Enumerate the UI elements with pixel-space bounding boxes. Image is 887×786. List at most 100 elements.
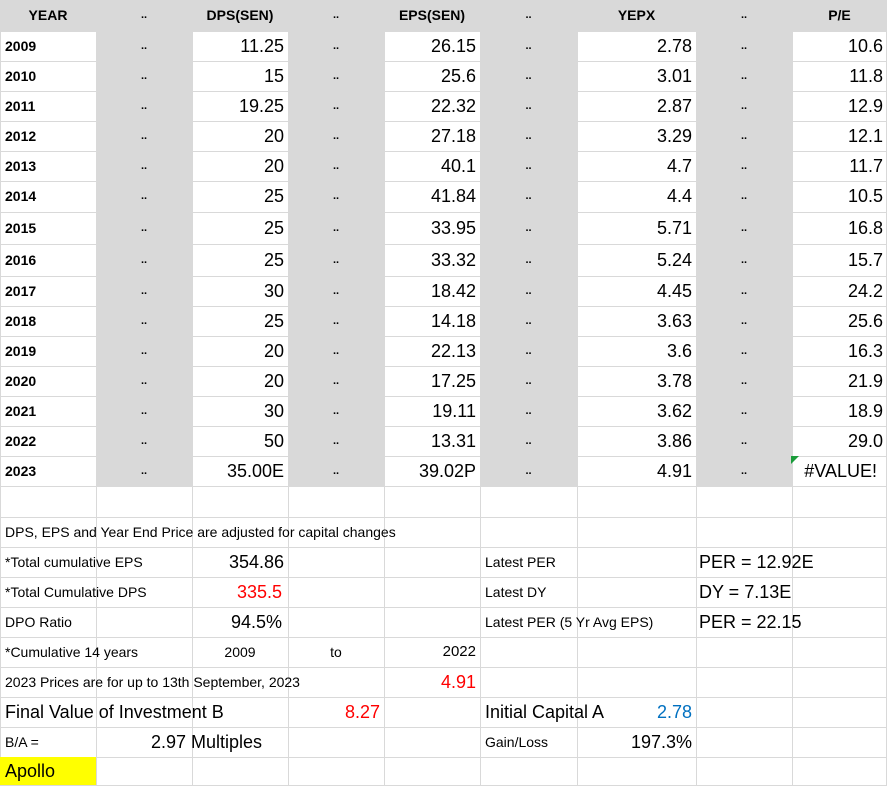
row-eps[interactable]: 19.11 [384,396,480,426]
row-dps[interactable]: 35.00E [192,456,288,486]
row-pe[interactable]: 11.7 [792,151,887,181]
row-pe[interactable]: 10.5 [792,181,887,212]
row-year[interactable]: 2015 [0,212,96,244]
row-eps[interactable]: 17.25 [384,366,480,396]
row-eps[interactable]: 13.31 [384,426,480,456]
row-pe[interactable]: 15.7 [792,244,887,276]
adjustment-note: DPS, EPS and Year End Price are adjusted… [5,524,396,540]
row-dps[interactable]: 25 [192,212,288,244]
row-eps[interactable]: 22.32 [384,91,480,121]
cumulative-to[interactable]: 2022 [384,637,480,667]
row-eps[interactable]: 39.02P [384,456,480,486]
row-pe[interactable]: 16.3 [792,336,887,366]
row-yepx[interactable]: 3.01 [577,61,696,91]
row-dots: .. [140,285,148,297]
row-dots: .. [525,254,532,266]
row-yepx[interactable]: 4.7 [577,151,696,181]
row-pe[interactable]: 10.6 [792,31,887,61]
row-yepx[interactable]: 3.78 [577,366,696,396]
row-year[interactable]: 2011 [0,91,96,121]
row-dps[interactable]: 11.25 [192,31,288,61]
row-eps[interactable]: 18.42 [384,276,480,306]
row-pe[interactable]: 12.1 [792,121,887,151]
row-yepx[interactable]: 3.86 [577,426,696,456]
row-pe[interactable]: 29.0 [792,426,887,456]
row-dps[interactable]: 20 [192,336,288,366]
row-dps[interactable]: 50 [192,426,288,456]
row-pe[interactable]: 18.9 [792,396,887,426]
row-year[interactable]: 2010 [0,61,96,91]
latest-dy-value[interactable]: DY = 7.13E [696,577,887,607]
latest-per-label: Latest PER [485,554,556,570]
latest-per-value[interactable]: PER = 12.92E [696,547,887,577]
row-year[interactable]: 2022 [0,426,96,456]
row-yepx[interactable]: 5.71 [577,212,696,244]
row-year[interactable]: 2017 [0,276,96,306]
row-yepx[interactable]: 4.91 [577,456,696,486]
row-yepx[interactable]: 4.45 [577,276,696,306]
row-dps[interactable]: 15 [192,61,288,91]
row-year[interactable]: 2019 [0,336,96,366]
row-pe[interactable]: 12.9 [792,91,887,121]
row-eps[interactable]: 25.6 [384,61,480,91]
latest-per-5yr-value[interactable]: PER = 22.15 [696,607,887,637]
row-year[interactable]: 2016 [0,244,96,276]
row-eps[interactable]: 14.18 [384,306,480,336]
ba-value[interactable]: 2.97 Multiples [96,727,288,757]
row-dps[interactable]: 20 [192,121,288,151]
row-dps[interactable]: 25 [192,244,288,276]
row-yepx[interactable]: 5.24 [577,244,696,276]
row-eps[interactable]: 40.1 [384,151,480,181]
dpo-ratio-value[interactable]: 94.5% [192,607,288,637]
row-dps[interactable]: 19.25 [192,91,288,121]
final-value[interactable]: 8.27 [288,697,384,727]
final-value-label: Final Value of Investment B [5,702,224,722]
row-year[interactable]: 2023 [0,456,96,486]
row-pe[interactable]: 11.8 [792,61,887,91]
row-yepx[interactable]: 3.63 [577,306,696,336]
row-pe[interactable]: 21.9 [792,366,887,396]
row-year[interactable]: 2020 [0,366,96,396]
row-yepx[interactable]: 4.4 [577,181,696,212]
row-dps[interactable]: 20 [192,151,288,181]
gain-loss-value[interactable]: 197.3% [577,727,696,757]
row-eps[interactable]: 33.95 [384,212,480,244]
row-pe[interactable]: #VALUE! [792,456,887,486]
row-year[interactable]: 2009 [0,31,96,61]
row-dots: .. [140,315,148,327]
row-pe[interactable]: 24.2 [792,276,887,306]
row-eps[interactable]: 33.32 [384,244,480,276]
row-dps[interactable]: 25 [192,306,288,336]
row-yepx[interactable]: 3.6 [577,336,696,366]
row-year[interactable]: 2014 [0,181,96,212]
row-eps[interactable]: 22.13 [384,336,480,366]
row-pe[interactable]: 25.6 [792,306,887,336]
row-year[interactable]: 2013 [0,151,96,181]
row-dots: .. [140,190,148,202]
prices-value[interactable]: 4.91 [384,667,480,697]
row-year[interactable]: 2012 [0,121,96,151]
row-dps[interactable]: 30 [192,396,288,426]
row-dps[interactable]: 30 [192,276,288,306]
stock-name-cell[interactable]: Apollo [0,757,96,785]
total-eps-value[interactable]: 354.86 [192,547,288,577]
row-eps[interactable]: 27.18 [384,121,480,151]
row-yepx[interactable]: 2.87 [577,91,696,121]
row-pe[interactable]: 16.8 [792,212,887,244]
row-dps[interactable]: 25 [192,181,288,212]
row-year[interactable]: 2021 [0,396,96,426]
row-dots: .. [332,40,340,52]
total-dps-value[interactable]: 335.5 [192,577,288,607]
cumulative-from[interactable]: 2009 [192,637,288,667]
initial-capital-value[interactable]: 2.78 [577,697,696,727]
row-yepx[interactable]: 2.78 [577,31,696,61]
row-dots: .. [525,130,532,142]
row-dots: .. [140,465,148,477]
row-dps[interactable]: 20 [192,366,288,396]
row-eps[interactable]: 41.84 [384,181,480,212]
row-yepx[interactable]: 3.62 [577,396,696,426]
row-year[interactable]: 2018 [0,306,96,336]
row-eps[interactable]: 26.15 [384,31,480,61]
row-yepx[interactable]: 3.29 [577,121,696,151]
row-dots: .. [740,345,748,357]
